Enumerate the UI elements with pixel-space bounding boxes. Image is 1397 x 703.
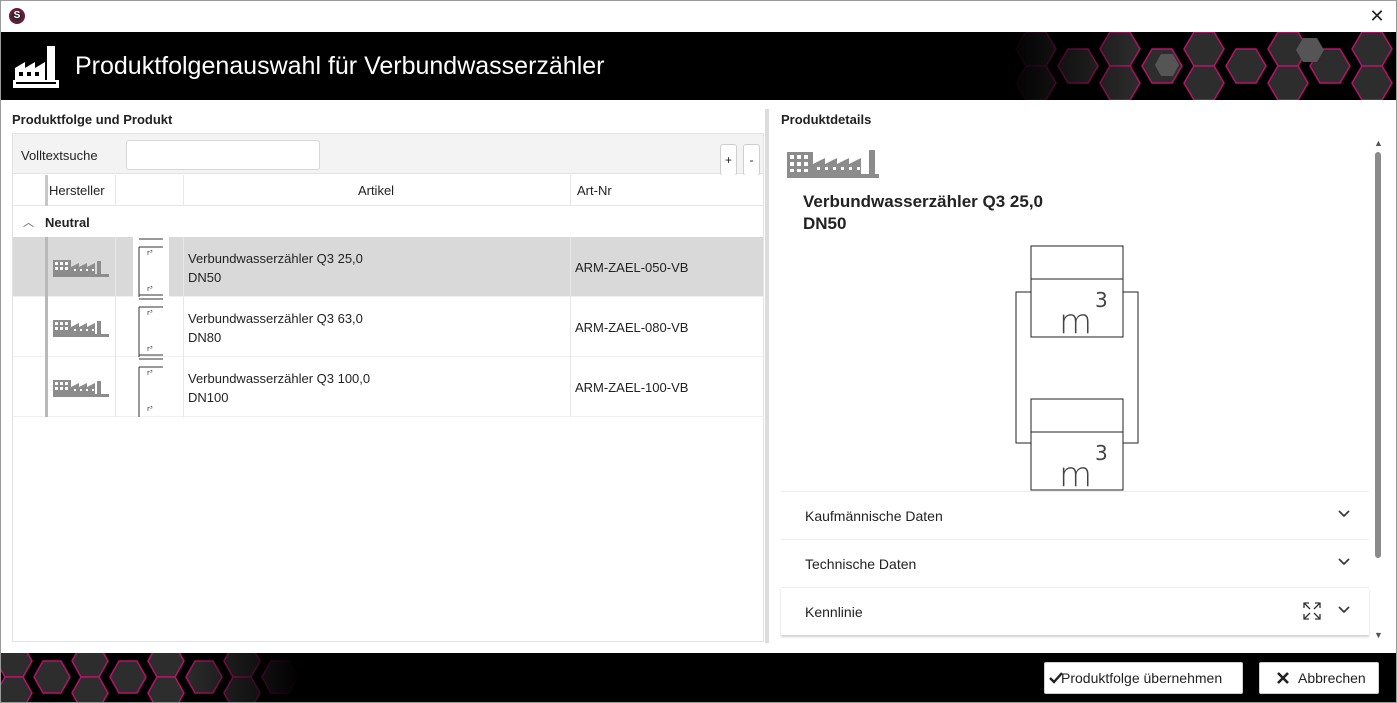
section-label: Technische Daten — [805, 556, 917, 572]
details-scrollbar[interactable]: ▲ ▼ — [1374, 138, 1383, 640]
hexagon-pattern-decoration — [1006, 32, 1396, 100]
product-thumbnail-icon: r³ r³ — [138, 358, 163, 417]
artikel-text-line2: DN100 — [188, 390, 229, 405]
factory-icon — [13, 46, 59, 88]
row-indent-bar — [45, 297, 48, 357]
chevron-up-icon[interactable]: ︿ — [23, 214, 34, 230]
collapse-all-button[interactable]: - — [743, 144, 760, 176]
scroll-down-arrow-icon[interactable]: ▼ — [1374, 630, 1383, 640]
cubic-meter-unit: m — [1059, 455, 1092, 491]
artikel-text-line1: Verbundwasserzähler Q3 25,0 — [188, 251, 363, 266]
checkmark-icon — [1049, 672, 1063, 684]
svg-text:r³: r³ — [147, 405, 153, 413]
table-row[interactable]: r³ r³ Verbundwasserzähler Q3 25,0 DN50 A… — [13, 237, 763, 297]
svg-text:r³: r³ — [147, 345, 153, 353]
cubic-meter-unit: m — [1059, 302, 1092, 342]
cubic-meter-exponent: 3 — [1095, 441, 1108, 465]
artikel-text-line2: DN80 — [188, 330, 222, 345]
group-row-neutral[interactable]: ︿ Neutral — [13, 207, 763, 237]
column-header-hersteller[interactable]: Hersteller — [49, 175, 105, 206]
footer-bar: Produktfolge übernehmen Abbrechen — [1, 653, 1396, 702]
close-button[interactable]: ✕ — [1366, 5, 1388, 27]
cell-separator — [570, 357, 571, 417]
artikel-text-line1: Verbundwasserzähler Q3 63,0 — [188, 311, 363, 326]
manufacturer-logo-icon — [53, 260, 109, 277]
manufacturer-logo-icon — [53, 320, 109, 337]
column-separator[interactable] — [115, 175, 116, 206]
app-logo-icon: S — [9, 8, 25, 24]
scrollbar-thumb[interactable] — [1375, 152, 1381, 558]
dialog-window: S ✕ Produktfolgenauswahl für Verbundwass… — [0, 0, 1397, 703]
product-schematic-drawing: m 3 m 3 — [1015, 245, 1139, 491]
right-panel-title: Produktdetails — [781, 112, 872, 127]
table-row[interactable]: r³ r³ Verbundwasserzähler Q3 100,0 DN100… — [13, 357, 763, 417]
art-nr-text: ARM-ZAEL-080-VB — [575, 320, 689, 335]
cell-separator — [570, 237, 571, 297]
search-input[interactable] — [126, 140, 320, 170]
cell-separator — [570, 297, 571, 357]
hexagon-pattern-decoration — [1, 653, 301, 702]
artikel-text-line2: DN50 — [188, 270, 222, 285]
cell-separator — [115, 357, 116, 417]
title-bar: S ✕ — [1, 1, 1396, 32]
section-technische-daten[interactable]: Technische Daten — [781, 539, 1369, 587]
row-indent-bar — [45, 237, 48, 297]
cancel-button-label: Abbrechen — [1298, 670, 1366, 686]
section-kaufmaennische-daten[interactable]: Kaufmännische Daten — [781, 491, 1369, 539]
cancel-button[interactable]: Abbrechen — [1259, 662, 1379, 694]
cell-separator — [115, 237, 116, 297]
grid-header: Hersteller Artikel Art-Nr — [13, 175, 763, 206]
manufacturer-logo-icon — [53, 380, 109, 397]
accept-product-series-button[interactable]: Produktfolge übernehmen — [1044, 662, 1243, 694]
cell-separator — [183, 237, 184, 297]
cubic-meter-exponent: 3 — [1095, 288, 1108, 312]
scroll-up-arrow-icon[interactable]: ▲ — [1374, 138, 1383, 148]
group-indent-bar — [45, 175, 48, 206]
product-thumbnail-icon: r³ r³ — [138, 298, 163, 357]
product-details-panel: Verbundwasserzähler Q3 25,0 DN50 m 3 m 3… — [781, 133, 1371, 638]
product-grid-panel: Volltextsuche + - Hersteller Artikel Art… — [12, 133, 764, 642]
svg-text:r³: r³ — [147, 249, 153, 257]
row-indent-bar — [45, 357, 48, 417]
chevron-down-icon[interactable] — [1337, 506, 1351, 520]
cell-separator — [183, 297, 184, 357]
column-separator[interactable] — [570, 175, 571, 206]
accept-button-label: Produktfolge übernehmen — [1061, 670, 1223, 686]
product-name: Verbundwasserzähler Q3 25,0 — [803, 192, 1044, 211]
product-thumbnail-icon: r³ r³ — [133, 237, 169, 297]
column-header-art-nr[interactable]: Art-Nr — [577, 175, 612, 206]
fullscreen-icon[interactable] — [1303, 602, 1321, 620]
table-row[interactable]: r³ r³ Verbundwasserzähler Q3 63,0 DN80 A… — [13, 297, 763, 357]
manufacturer-logo-icon — [787, 150, 879, 178]
art-nr-text: ARM-ZAEL-100-VB — [575, 380, 689, 395]
chevron-down-icon[interactable] — [1337, 602, 1351, 616]
column-header-artikel[interactable]: Artikel — [183, 175, 569, 206]
product-size: DN50 — [803, 214, 847, 233]
search-toolbar: Volltextsuche + - — [13, 134, 763, 176]
section-label: Kaufmännische Daten — [805, 508, 943, 524]
panel-splitter[interactable] — [765, 109, 769, 643]
svg-text:r³: r³ — [147, 285, 153, 293]
dialog-title: Produktfolgenauswahl für Verbundwasserzä… — [75, 52, 605, 80]
chevron-down-icon[interactable] — [1337, 554, 1351, 568]
section-kennlinie[interactable]: Kennlinie — [781, 587, 1369, 635]
search-label: Volltextsuche — [21, 148, 98, 163]
group-label: Neutral — [45, 215, 90, 230]
left-panel-title: Produktfolge und Produkt — [12, 112, 173, 127]
art-nr-text: ARM-ZAEL-050-VB — [575, 260, 689, 275]
svg-text:r³: r³ — [147, 309, 153, 317]
header-banner: Produktfolgenauswahl für Verbundwasserzä… — [1, 32, 1396, 100]
cell-separator — [115, 297, 116, 357]
artikel-text-line1: Verbundwasserzähler Q3 100,0 — [188, 371, 371, 386]
cell-separator — [183, 357, 184, 417]
expand-all-button[interactable]: + — [720, 144, 737, 176]
close-icon — [1277, 672, 1289, 684]
section-label: Kennlinie — [805, 604, 863, 620]
svg-text:r³: r³ — [147, 369, 153, 377]
